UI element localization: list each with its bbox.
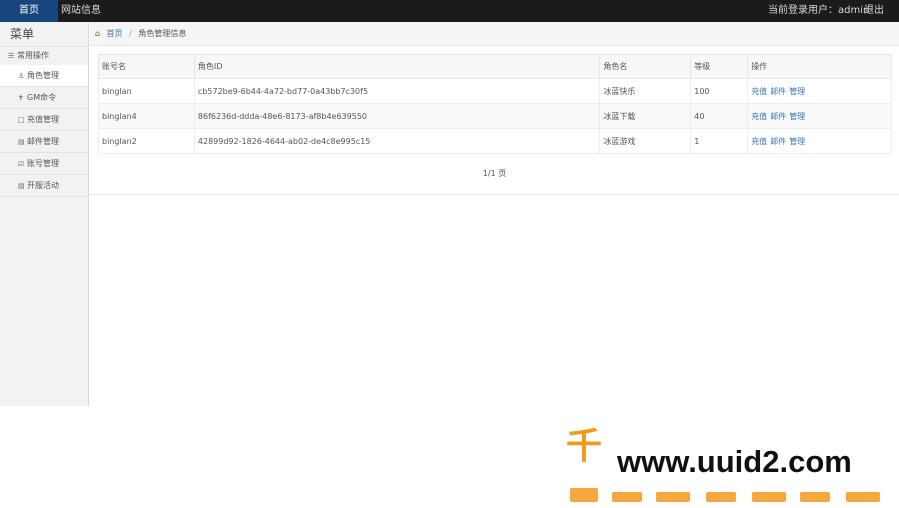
- content-divider: [90, 194, 899, 195]
- watermark-text: www.uuid2.com: [617, 444, 852, 479]
- sidebar-item-label: 开服活动: [27, 181, 59, 190]
- mail-link[interactable]: 邮件: [770, 137, 786, 146]
- sidebar: 菜单 ☰ 常用操作 ♙ 角色管理 ✝ GM命令 □ 充值管理 ▤ 邮件管理 ☑ 账号管理 ▤…: [0, 22, 89, 406]
- role-table: 账号名 角色ID 角色名 等级 操作 binglan cb572be9-6b44…: [98, 54, 892, 154]
- list-icon: ▤: [18, 138, 25, 146]
- wrench-icon: ✝: [18, 94, 24, 102]
- column-header-level: 等级: [690, 54, 749, 79]
- table-header-row: 账号名 角色ID 角色名 等级 操作: [98, 54, 892, 79]
- sidebar-item-label: 充值管理: [27, 115, 59, 124]
- cell-role-name: 冰蓝下载: [599, 103, 692, 129]
- column-header-actions: 操作: [747, 54, 892, 79]
- breadcrumb-current: 角色管理信息: [138, 29, 187, 38]
- main-content: ⌂ 首页 / 角色管理信息 账号名 角色ID 角色名 等级 操作 binglan: [90, 22, 899, 406]
- sidebar-item-gm-command[interactable]: ✝ GM命令: [0, 87, 88, 109]
- user-icon: ♙: [18, 72, 25, 80]
- sidebar-item-account[interactable]: ☑ 账号管理: [0, 153, 88, 175]
- top-navbar: 首页 网站信息 当前登录用户：admin 退出: [0, 0, 899, 22]
- sidebar-item-label: 角色管理: [27, 71, 59, 80]
- cell-account: binglan: [98, 78, 195, 104]
- recharge-link[interactable]: 充值: [751, 137, 767, 146]
- cell-actions: 充值 邮件 管理: [747, 103, 892, 129]
- watermark-glyph-text: 千: [566, 425, 602, 467]
- cell-level: 1: [690, 128, 749, 154]
- table-row: binglan4 86f6236d-ddda-48e6-8173-af8b4e6…: [98, 103, 892, 129]
- manage-link[interactable]: 管理: [789, 137, 805, 146]
- recharge-link[interactable]: 充值: [751, 87, 767, 96]
- column-header-role-id: 角色ID: [193, 54, 601, 79]
- cell-actions: 充值 邮件 管理: [747, 128, 892, 154]
- cell-role-name: 冰蓝快乐: [599, 78, 692, 104]
- watermark-glyph: 千: [566, 425, 602, 467]
- cell-level: 100: [690, 78, 749, 104]
- watermark-stripes: [570, 488, 880, 502]
- mail-link[interactable]: 邮件: [770, 112, 786, 121]
- sidebar-item-label: 邮件管理: [27, 137, 59, 146]
- manage-link[interactable]: 管理: [789, 87, 805, 96]
- cell-role-id: 42899d92-1826-4644-ab02-de4c8e995c15: [193, 128, 601, 154]
- app-body: 菜单 ☰ 常用操作 ♙ 角色管理 ✝ GM命令 □ 充值管理 ▤ 邮件管理 ☑ 账号管理 ▤…: [0, 22, 899, 406]
- table-row: binglan2 42899d92-1826-4644-ab02-de4c8e9…: [98, 128, 892, 154]
- cell-account: binglan4: [98, 103, 195, 129]
- breadcrumb-home[interactable]: 首页: [107, 29, 123, 38]
- nav-tab-site-info[interactable]: 网站信息: [58, 0, 104, 22]
- sidebar-item-role-management[interactable]: ♙ 角色管理: [0, 65, 88, 87]
- cell-level: 40: [690, 103, 749, 129]
- sidebar-item-label: 账号管理: [27, 159, 59, 168]
- logout-link[interactable]: 退出: [864, 0, 884, 22]
- home-icon: ⌂: [95, 29, 101, 38]
- sidebar-item-label: GM命令: [27, 93, 57, 102]
- sidebar-item-mail[interactable]: ▤ 邮件管理: [0, 131, 88, 153]
- cell-account: binglan2: [98, 128, 195, 154]
- recharge-link[interactable]: 充值: [751, 112, 767, 121]
- file-icon: □: [18, 116, 25, 124]
- list-icon: ▤: [18, 182, 25, 190]
- menu-group-label: 常用操作: [17, 51, 49, 60]
- sidebar-item-recharge[interactable]: □ 充值管理: [0, 109, 88, 131]
- cell-role-id: cb572be9-6b44-4a72-bd77-0a43bb7c30f5: [193, 78, 601, 104]
- list-icon: ☰: [8, 52, 15, 60]
- manage-link[interactable]: 管理: [789, 112, 805, 121]
- table-row: binglan cb572be9-6b44-4a72-bd77-0a43bb7c…: [98, 78, 892, 104]
- column-header-account: 账号名: [98, 54, 195, 79]
- cell-actions: 充值 邮件 管理: [747, 78, 892, 104]
- breadcrumb: ⌂ 首页 / 角色管理信息: [90, 22, 899, 46]
- sidebar-item-server-event[interactable]: ▤ 开服活动: [0, 175, 88, 197]
- cell-role-name: 冰蓝游戏: [599, 128, 692, 154]
- column-header-role-name: 角色名: [599, 54, 692, 79]
- menu-title: 菜单: [0, 22, 88, 47]
- pagination-text: 1/1 页: [482, 169, 507, 178]
- menu-group-common[interactable]: ☰ 常用操作: [0, 47, 88, 65]
- nav-tab-home[interactable]: 首页: [0, 0, 58, 22]
- check-icon: ☑: [18, 160, 25, 168]
- cell-role-id: 86f6236d-ddda-48e6-8173-af8b4e639550: [193, 103, 601, 129]
- mail-link[interactable]: 邮件: [770, 87, 786, 96]
- login-user-text: 当前登录用户：admin: [768, 5, 870, 16]
- breadcrumb-separator: /: [129, 29, 132, 38]
